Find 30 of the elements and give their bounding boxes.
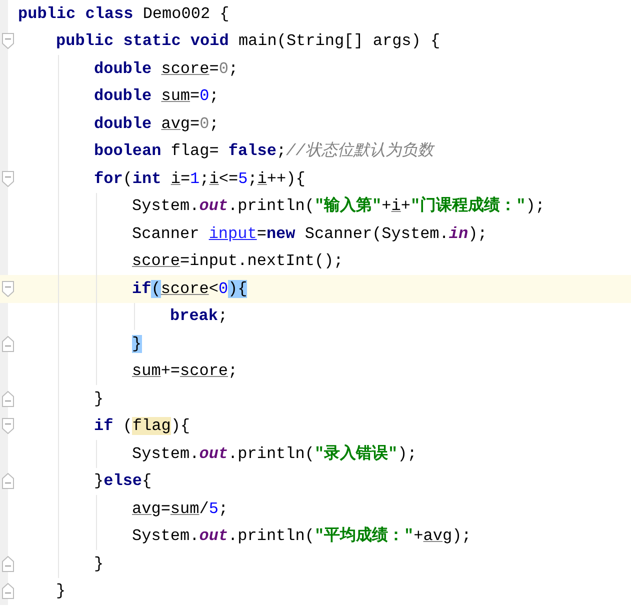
code-line: if (flag){ [94,416,190,436]
code-line: System.out.println("平均成绩："+avg); [132,526,472,546]
fold-marker-icon[interactable] [2,418,14,434]
code-line: double sum=0; [94,86,219,106]
fold-marker-icon[interactable] [2,170,14,187]
fold-marker-icon[interactable] [2,390,14,407]
code-line: sum+=score; [132,361,238,382]
code-line: if(score<0){ [132,278,248,299]
code-line: for(int i=1;i<=5;i++){ [94,168,306,189]
code-line: public static void main(String[] args) { [56,31,440,52]
code-line: avg=sum/5; [132,498,228,519]
fold-marker-icon[interactable] [2,33,14,50]
fold-marker-icon[interactable] [2,556,14,572]
code-line: } [56,581,66,602]
code-line: System.out.println("录入错误"); [132,444,417,464]
code-line: break; [170,306,228,326]
code-line: double score=0; [94,58,238,79]
code-line: System.out.println("输入第"+i+"门课程成绩："); [132,196,545,216]
fold-marker-icon[interactable] [2,280,14,297]
fold-marker-icon[interactable] [2,583,14,600]
code-line: score=input.nextInt(); [132,251,344,272]
fold-marker-icon[interactable] [2,473,14,490]
code-line: } [94,554,104,574]
fold-marker-icon[interactable] [2,336,14,352]
code-line: double avg=0; [94,114,219,134]
code-line: }else{ [94,471,152,492]
code-line: } [94,388,104,409]
code-line: boolean flag= false;//状态位默认为负数 [94,141,434,162]
code-line: public class Demo002 { [18,4,230,24]
code-line: Scanner input=new Scanner(System.in); [132,224,488,244]
